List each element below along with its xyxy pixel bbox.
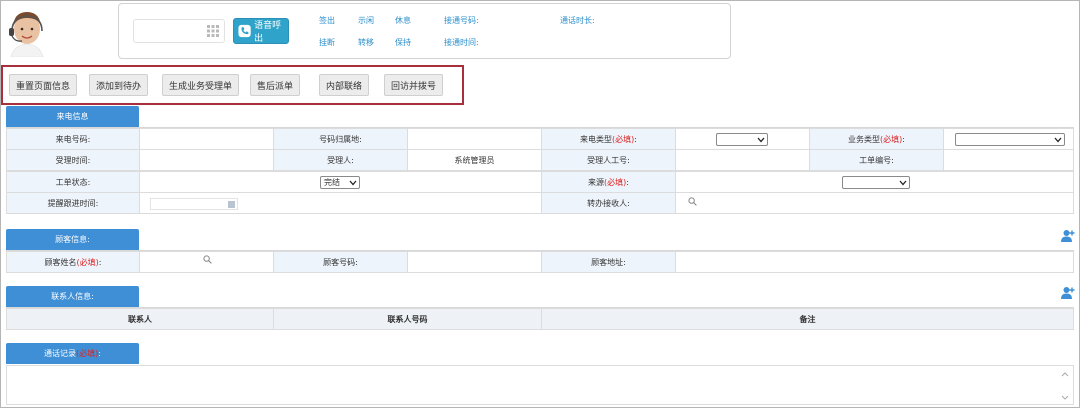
add-customer-icon[interactable] [1061, 229, 1075, 243]
calendar-icon[interactable] [228, 201, 235, 208]
customer-name-cell[interactable] [139, 251, 274, 273]
connected-number-label: 接通号码: [444, 16, 479, 25]
accept-time-label: 受理时间: [6, 149, 140, 171]
colon-text: : [98, 349, 101, 358]
column-header-remarks: 备注 [541, 308, 1074, 330]
sign-out-control[interactable]: 签出 [319, 15, 335, 26]
hold-control[interactable]: 保持 [395, 37, 411, 48]
call-record-section-title: 通话记录 (必填): [6, 343, 139, 364]
agent-avatar [9, 12, 44, 57]
business-type-label: 业务类型 (必填): [809, 128, 944, 150]
add-contact-icon[interactable] [1061, 286, 1075, 300]
source-label: 来源 (必填): [541, 171, 676, 193]
chevron-down-icon [1054, 137, 1062, 142]
hang-up-control[interactable]: 挂断 [319, 37, 335, 48]
customer-info-section-title: 顾客信息: [6, 229, 139, 250]
customer-name-label: 顾客姓名 (必填): [6, 251, 140, 273]
voice-call-button[interactable]: 语音呼出 [233, 18, 289, 44]
voice-call-label: 语音呼出 [254, 21, 282, 44]
ticket-number-label: 工单编号: [809, 149, 944, 171]
scroll-arrows-icon[interactable] [1061, 370, 1069, 402]
business-type-select[interactable] [955, 133, 1065, 146]
phone-control-panel: 语音呼出 签出 示闲 休息 挂断 转移 保持 接通号码: 通话时长: 接通时间: [118, 3, 731, 59]
acceptor-id-label: 受理人工号: [541, 149, 676, 171]
column-header-contact: 联系人 [6, 308, 274, 330]
ticket-status-select[interactable]: 完结 [320, 176, 360, 189]
acceptor-id-value [675, 149, 810, 171]
acceptor-value: 系统管理员 [407, 149, 542, 171]
customer-number-label: 顾客号码: [273, 251, 408, 273]
caller-number-value [139, 128, 274, 150]
call-info-section-title: 来电信息 [6, 106, 139, 127]
contact-info-title-text: 联系人信息: [51, 292, 94, 301]
chevron-down-icon [899, 180, 907, 185]
source-cell [675, 171, 1074, 193]
keypad-icon[interactable] [207, 25, 219, 37]
number-location-value [407, 128, 542, 150]
reminder-time-label: 提醒跟进时间: [6, 192, 140, 214]
search-icon[interactable] [203, 255, 212, 264]
create-business-order-button[interactable]: 生成业务受理单 [162, 74, 240, 96]
internal-contact-button[interactable]: 内部联络 [319, 74, 370, 96]
chevron-down-icon [349, 180, 357, 185]
call-type-select[interactable] [716, 133, 768, 146]
call-info-title-text: 来电信息 [56, 112, 89, 121]
set-idle-control[interactable]: 示闲 [358, 15, 374, 26]
ticket-status-label: 工单状态: [6, 171, 140, 193]
chevron-down-icon [757, 137, 765, 142]
customer-address-label: 顾客地址: [541, 251, 676, 273]
number-location-label: 号码归属地: [273, 128, 408, 150]
customer-info-title-text: 顾客信息: [55, 235, 90, 244]
transfer-receiver-cell[interactable] [675, 192, 1074, 214]
ticket-status-cell: 完结 [139, 171, 542, 193]
source-select[interactable] [842, 176, 910, 189]
customer-address-value[interactable] [675, 251, 1074, 273]
reset-page-button[interactable]: 重置页面信息 [9, 74, 78, 96]
connect-time-label: 接通时间: [444, 38, 479, 47]
customer-number-value[interactable] [407, 251, 542, 273]
accept-time-value [139, 149, 274, 171]
caller-number-label: 来电号码: [6, 128, 140, 150]
contact-info-section-title: 联系人信息: [6, 286, 139, 307]
search-icon[interactable] [688, 197, 697, 206]
call-type-cell [675, 128, 810, 150]
required-mark: (必填) [76, 349, 99, 358]
call-type-label: 来电类型 (必填): [541, 128, 676, 150]
action-toolbar: 重置页面信息 添加到待办 生成业务受理单 售后派单 内部联络 回访并拨号 [1, 65, 464, 105]
app-frame: 语音呼出 签出 示闲 休息 挂断 转移 保持 接通号码: 通话时长: 接通时间:… [0, 0, 1080, 408]
reminder-time-cell [139, 192, 542, 214]
acceptor-label: 受理人: [273, 149, 408, 171]
rest-control[interactable]: 休息 [395, 15, 411, 26]
callback-dial-button[interactable]: 回访并拨号 [384, 74, 444, 96]
transfer-receiver-label: 转办接收人: [541, 192, 676, 214]
after-sales-dispatch-button[interactable]: 售后派单 [250, 74, 301, 96]
add-to-todo-button[interactable]: 添加到待办 [89, 74, 149, 96]
ticket-number-value [943, 149, 1074, 171]
call-record-title-text: 通话记录 [44, 349, 77, 358]
phone-icon [238, 24, 251, 38]
reminder-date-input[interactable] [150, 198, 238, 210]
dial-number-field[interactable] [133, 19, 225, 43]
column-header-contact-number: 联系人号码 [273, 308, 542, 330]
business-type-cell [943, 128, 1074, 150]
dial-input[interactable] [138, 20, 208, 42]
call-record-textarea[interactable] [6, 365, 1074, 405]
transfer-control[interactable]: 转移 [358, 37, 374, 48]
call-duration-label: 通话时长: [560, 16, 595, 25]
